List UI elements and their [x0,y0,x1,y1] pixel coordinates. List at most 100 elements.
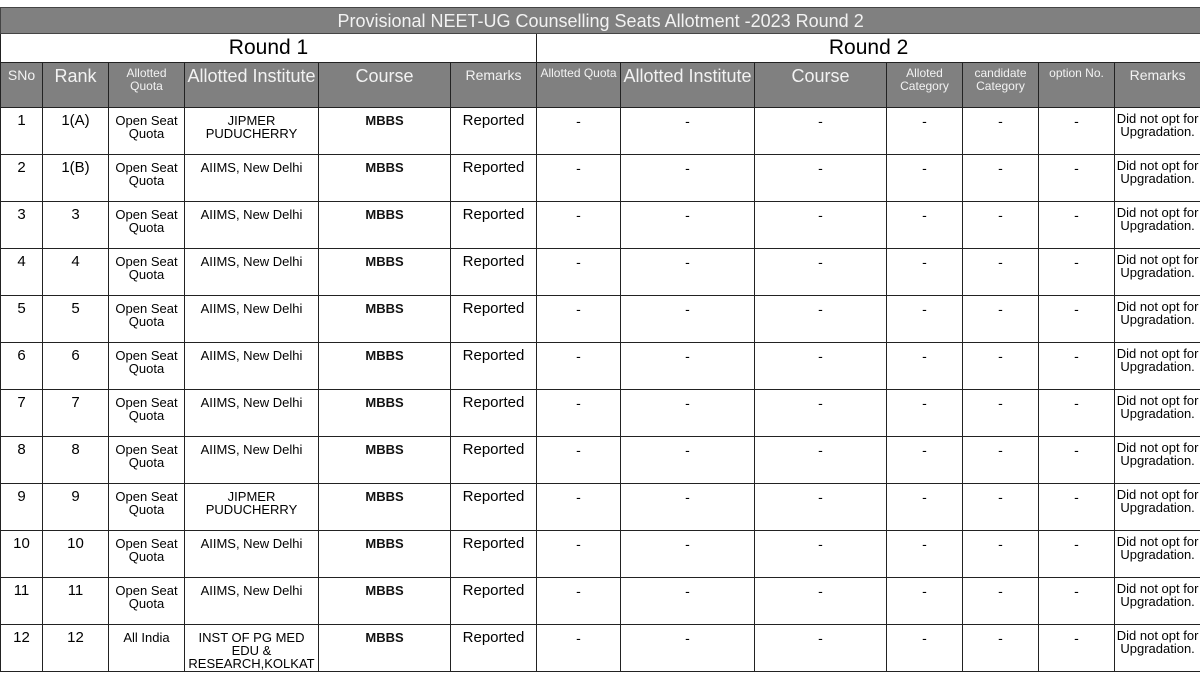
round1-label: Round 1 [0,33,537,63]
cell-sno: 6 [0,342,43,390]
cell-r2-quota: - [536,624,621,672]
cell-r1-remarks: Reported [450,436,537,484]
cell-r1-course: MBBS [318,436,451,484]
cell-rank: 7 [42,389,109,437]
cell-r2-institute: - [620,154,755,202]
col-r2-option-no: option No. [1038,62,1115,108]
cell-r2-course: - [754,530,887,578]
cell-sno: 10 [0,530,43,578]
col-r1-course: Course [318,62,451,108]
cell-r2-remarks: Did not opt for Upgradation. [1113,483,1200,531]
cell-r2-remarks: Did not opt for Upgradation. [1113,436,1200,484]
cell-r1-remarks: Reported [450,389,537,437]
cell-r2-candidate-category: - [962,201,1039,249]
cell-r1-quota: Open Seat Quota [108,577,185,625]
col-sno: SNo [0,62,43,108]
cell-r1-institute: AIIMS, New Delhi [184,389,319,437]
cell-sno: 4 [0,248,43,296]
cell-r2-remarks: Did not opt for Upgradation. [1113,201,1200,249]
table-row: 11 11 Open Seat Quota AIIMS, New Delhi M… [0,577,1200,625]
cell-r1-institute: AIIMS, New Delhi [184,248,319,296]
cell-r2-remarks: Did not opt for Upgradation. [1113,624,1200,672]
cell-sno: 8 [0,436,43,484]
cell-r2-institute: - [620,530,755,578]
cell-r2-option-no: - [1038,154,1115,202]
cell-sno: 9 [0,483,43,531]
cell-r2-alloted-category: - [886,201,963,249]
cell-r2-alloted-category: - [886,107,963,155]
table-row: 3 3 Open Seat Quota AIIMS, New Delhi MBB… [0,201,1200,249]
column-header-row: SNo Rank Allotted Quota Allotted Institu… [0,62,1200,108]
cell-r1-course: MBBS [318,624,451,672]
cell-sno: 2 [0,154,43,202]
cell-r1-remarks: Reported [450,107,537,155]
cell-r2-alloted-category: - [886,154,963,202]
cell-r2-quota: - [536,295,621,343]
cell-r2-institute: - [620,483,755,531]
cell-r2-alloted-category: - [886,530,963,578]
cell-r2-remarks: Did not opt for Upgradation. [1113,248,1200,296]
allotment-table: Provisional NEET-UG Counselling Seats Al… [0,7,1200,672]
cell-r2-option-no: - [1038,107,1115,155]
cell-r2-quota: - [536,577,621,625]
cell-r2-course: - [754,154,887,202]
cell-r1-institute: AIIMS, New Delhi [184,295,319,343]
cell-r1-quota: Open Seat Quota [108,530,185,578]
cell-r1-remarks: Reported [450,624,537,672]
cell-rank: 11 [42,577,109,625]
cell-r2-option-no: - [1038,577,1115,625]
cell-r2-alloted-category: - [886,624,963,672]
cell-r1-course: MBBS [318,389,451,437]
cell-r1-course: MBBS [318,483,451,531]
cell-r2-remarks: Did not opt for Upgradation. [1113,107,1200,155]
cell-r1-institute: AIIMS, New Delhi [184,154,319,202]
table-row: 1 1(A) Open Seat Quota JIPMER PUDUCHERRY… [0,107,1200,155]
cell-r2-quota: - [536,107,621,155]
cell-r1-institute: AIIMS, New Delhi [184,436,319,484]
cell-r1-course: MBBS [318,107,451,155]
allotment-sheet: Provisional NEET-UG Counselling Seats Al… [0,0,1200,672]
cell-r2-option-no: - [1038,201,1115,249]
cell-r1-remarks: Reported [450,248,537,296]
table-row: 5 5 Open Seat Quota AIIMS, New Delhi MBB… [0,295,1200,343]
top-margin [0,0,1200,7]
col-r2-course: Course [754,62,887,108]
table-body: 1 1(A) Open Seat Quota JIPMER PUDUCHERRY… [0,107,1200,672]
cell-sno: 7 [0,389,43,437]
cell-r2-remarks: Did not opt for Upgradation. [1113,530,1200,578]
cell-rank: 1(A) [42,107,109,155]
cell-r2-institute: - [620,624,755,672]
table-row: 9 9 Open Seat Quota JIPMER PUDUCHERRY MB… [0,483,1200,531]
cell-rank: 8 [42,436,109,484]
cell-r2-alloted-category: - [886,248,963,296]
sheet-title: Provisional NEET-UG Counselling Seats Al… [0,7,1200,34]
cell-r1-quota: Open Seat Quota [108,154,185,202]
cell-r1-course: MBBS [318,577,451,625]
cell-r2-alloted-category: - [886,483,963,531]
cell-r2-option-no: - [1038,342,1115,390]
col-r2-quota: Allotted Quota [536,62,621,108]
cell-rank: 10 [42,530,109,578]
cell-sno: 3 [0,201,43,249]
cell-r2-remarks: Did not opt for Upgradation. [1113,342,1200,390]
cell-r2-course: - [754,483,887,531]
cell-r2-remarks: Did not opt for Upgradation. [1113,154,1200,202]
cell-r2-institute: - [620,436,755,484]
col-r2-alloted-category: Alloted Category [886,62,963,108]
col-r1-remarks: Remarks [450,62,537,108]
cell-r2-option-no: - [1038,530,1115,578]
cell-sno: 5 [0,295,43,343]
cell-r1-institute: AIIMS, New Delhi [184,530,319,578]
cell-r2-course: - [754,436,887,484]
cell-r2-course: - [754,248,887,296]
cell-r2-candidate-category: - [962,389,1039,437]
cell-r2-candidate-category: - [962,436,1039,484]
cell-r2-option-no: - [1038,483,1115,531]
cell-r2-option-no: - [1038,624,1115,672]
cell-r2-quota: - [536,530,621,578]
cell-rank: 9 [42,483,109,531]
cell-r2-quota: - [536,436,621,484]
cell-r1-institute: INST OF PG MED EDU & RESEARCH,KOLKAT [184,624,319,672]
cell-r1-quota: Open Seat Quota [108,436,185,484]
cell-rank: 3 [42,201,109,249]
